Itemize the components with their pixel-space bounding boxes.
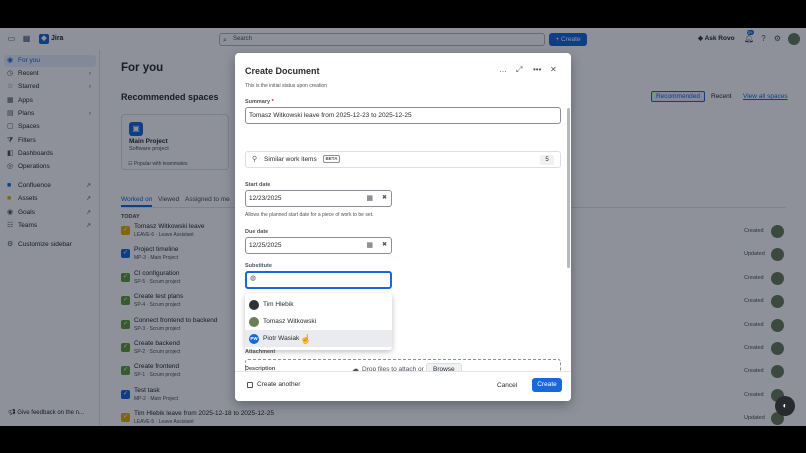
- cancel-button[interactable]: Cancel: [497, 379, 517, 392]
- due-date-input[interactable]: 12/25/2025 ▦ ✖: [245, 237, 392, 254]
- chat-icon[interactable]: ◐: [775, 396, 795, 416]
- more-actions-icon[interactable]: •••: [533, 65, 541, 74]
- clear-icon[interactable]: ✖: [382, 238, 387, 253]
- clear-icon[interactable]: ✖: [382, 191, 387, 206]
- person-icon: ◍: [250, 275, 257, 282]
- option-label: Tomasz Witkowski: [263, 318, 317, 325]
- drop-text: Drop files to attach or: [362, 366, 424, 371]
- minimize-icon[interactable]: …: [499, 65, 507, 74]
- substitute-input[interactable]: ◍: [245, 271, 392, 289]
- jira-app: ▭ ▦ ◆ Jira ⌕ Search + Create ◈ Ask Rovo …: [0, 28, 806, 426]
- upload-icon: ☁: [352, 366, 359, 371]
- similar-count: 5: [540, 155, 554, 165]
- option-label: Piotr Wasiak: [263, 335, 300, 342]
- avatar: [249, 300, 259, 310]
- create-submit-button[interactable]: Create: [532, 378, 562, 392]
- due-date-value: 12/25/2025: [249, 242, 282, 249]
- dialog-title: Create Document: [245, 66, 320, 76]
- similar-icon: ⚲: [252, 156, 258, 163]
- create-another-label: Create another: [257, 381, 301, 388]
- required-marker: *: [271, 99, 274, 105]
- avatar: [249, 317, 259, 327]
- dialog-footer: Create another Cancel Create: [235, 371, 571, 401]
- status-help: This is the initial status upon creation: [245, 83, 327, 89]
- attachment-dropzone[interactable]: ☁ Drop files to attach or Browse: [245, 359, 561, 371]
- mouse-cursor-icon: ☝: [300, 334, 312, 344]
- create-document-dialog: Create Document … ⤢ ••• ✕ This is the in…: [235, 53, 571, 401]
- summary-label-text: Summary: [245, 99, 271, 105]
- similar-work-items[interactable]: ⚲ Similar work items BETA 5: [245, 151, 561, 168]
- option-label: Tim Hlebik: [263, 301, 294, 308]
- calendar-icon[interactable]: ▦: [366, 191, 373, 206]
- summary-label: Summary *: [245, 99, 274, 105]
- close-icon[interactable]: ✕: [550, 65, 557, 74]
- dialog-body: This is the initial status upon creation…: [235, 81, 571, 371]
- similar-label: Similar work items: [264, 156, 317, 163]
- create-another-checkbox[interactable]: [247, 382, 253, 388]
- browse-button[interactable]: Browse: [426, 363, 462, 371]
- option-tomasz-witkowski[interactable]: Tomasz Witkowski: [245, 313, 392, 330]
- attachment-label: Attachment: [245, 349, 276, 355]
- option-piotr-wasiak[interactable]: PW Piotr Wasiak: [245, 330, 392, 347]
- summary-input[interactable]: Tomasz Witkowski leave from 2025-12-23 t…: [245, 107, 561, 124]
- expand-icon[interactable]: ⤢: [516, 65, 522, 75]
- option-tim-hlebik[interactable]: Tim Hlebik: [245, 296, 392, 313]
- beta-badge: BETA: [322, 155, 341, 164]
- start-date-value: 12/23/2025: [249, 195, 282, 202]
- start-date-label: Start date: [245, 182, 271, 188]
- substitute-label: Substitute: [245, 263, 272, 269]
- start-date-help: Allows the planned start date for a piec…: [245, 212, 374, 218]
- dialog-scrollbar[interactable]: [567, 108, 570, 268]
- calendar-icon[interactable]: ▦: [366, 238, 373, 253]
- start-date-input[interactable]: 12/23/2025 ▦ ✖: [245, 190, 392, 207]
- substitute-dropdown: Tim Hlebik Tomasz Witkowski PW Piotr Wasi…: [245, 293, 392, 350]
- avatar: PW: [249, 334, 259, 344]
- due-date-label: Due date: [245, 229, 269, 235]
